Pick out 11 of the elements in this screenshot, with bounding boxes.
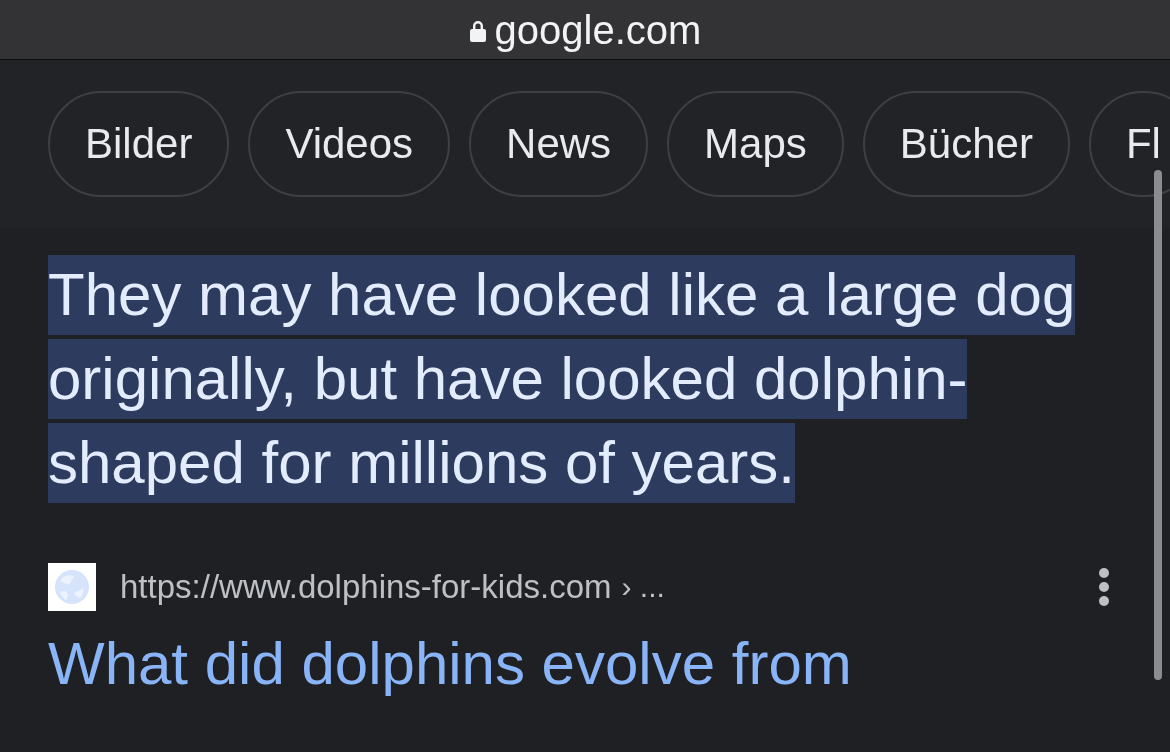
address-domain[interactable]: google.com [494, 6, 702, 53]
filter-chip[interactable]: Bücher [862, 91, 1070, 197]
filter-chip[interactable]: Videos [248, 91, 451, 197]
globe-icon [48, 563, 96, 611]
filter-chip[interactable]: News [469, 91, 649, 197]
result-url[interactable]: https://www.dolphins-for-kids.com [120, 567, 612, 607]
filter-chip[interactable]: Bilder [48, 91, 230, 197]
more-options-icon[interactable] [1098, 567, 1110, 607]
result-title-link[interactable]: What did dolphins evolve from [48, 629, 1122, 699]
filter-chip[interactable]: Maps [667, 91, 844, 197]
result-breadcrumb: › ... [621, 569, 665, 605]
